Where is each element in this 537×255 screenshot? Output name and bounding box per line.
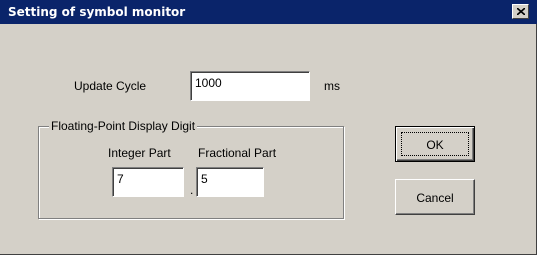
symbol-monitor-dialog: Setting of symbol monitor Update Cycle 1… <box>0 0 537 255</box>
fractional-part-value: 5 <box>201 172 208 186</box>
integer-part-input[interactable]: 7 <box>112 167 184 197</box>
decimal-separator: . <box>190 183 194 197</box>
close-icon <box>517 8 525 15</box>
ok-button[interactable]: OK <box>395 126 475 162</box>
update-cycle-value: 1000 <box>195 76 222 90</box>
update-cycle-label: Update Cycle <box>74 79 147 93</box>
floating-point-group <box>38 126 344 219</box>
title-bar[interactable]: Setting of symbol monitor <box>0 0 537 24</box>
integer-part-label: Integer Part <box>108 146 171 160</box>
fractional-part-label: Fractional Part <box>198 146 277 160</box>
cancel-button-label: Cancel <box>416 191 454 205</box>
fractional-part-input[interactable]: 5 <box>196 167 264 197</box>
close-button[interactable] <box>512 4 529 19</box>
floating-point-group-label: Floating-Point Display Digit <box>49 119 198 133</box>
update-cycle-input[interactable]: 1000 <box>190 71 310 101</box>
cancel-button[interactable]: Cancel <box>395 179 475 215</box>
integer-part-value: 7 <box>117 172 124 186</box>
window-title: Setting of symbol monitor <box>8 5 186 19</box>
update-cycle-unit: ms <box>324 79 340 93</box>
ok-button-label: OK <box>426 138 444 152</box>
